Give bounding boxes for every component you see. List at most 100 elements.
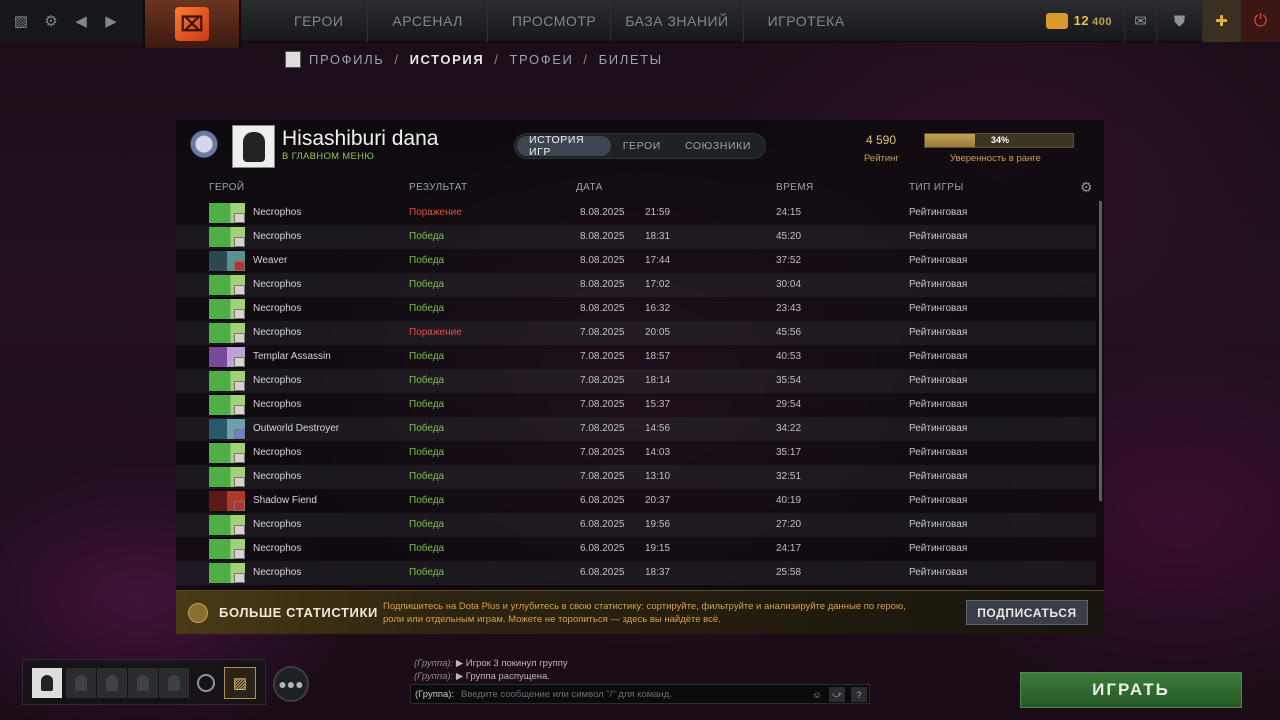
hero-role-icon: [234, 309, 245, 319]
subnav-history[interactable]: ИСТОРИЯ: [410, 52, 485, 67]
party-slot-self[interactable]: [32, 668, 62, 698]
table-row[interactable]: Templar Assassin Победа 7.08.2025 18:57 40:5…: [176, 345, 1096, 369]
match-date: 6.08.2025: [580, 519, 625, 530]
party-bar: ▨: [22, 659, 266, 705]
dota-menu-icon[interactable]: ▧: [6, 0, 36, 42]
table-settings-gear-icon[interactable]: ⚙: [1080, 179, 1093, 196]
hero-role-icon: [234, 237, 245, 247]
col-date[interactable]: ДАТА: [576, 182, 603, 193]
match-time: 20:37: [645, 495, 671, 506]
col-duration[interactable]: ВРЕМЯ: [776, 182, 814, 193]
player-status: В ГЛАВНОМ МЕНЮ: [282, 151, 375, 162]
forward-arrow-icon[interactable]: ▶: [96, 0, 126, 42]
col-game-type[interactable]: ТИП ИГРЫ: [909, 182, 964, 193]
rating-label: Рейтинг: [864, 153, 899, 164]
subscribe-button[interactable]: ПОДПИСАТЬСЯ: [966, 600, 1088, 625]
match-type: Рейтинговая: [909, 567, 968, 578]
match-result: Поражение: [409, 207, 462, 218]
subnav-trophies[interactable]: ТРОФЕИ: [509, 52, 573, 67]
emoji-icon[interactable]: ☺: [809, 687, 825, 702]
hero-role-icon: [234, 333, 245, 343]
col-hero[interactable]: ГЕРОЙ: [209, 182, 245, 193]
table-row[interactable]: Shadow Fiend Победа 6.08.2025 20:37 40:19 Рей…: [176, 489, 1096, 513]
nav-armory[interactable]: АРСЕНАЛ: [368, 0, 488, 42]
armory-shield-icon[interactable]: ⛊: [1156, 0, 1202, 42]
dota-plus-icon[interactable]: ✚: [1202, 0, 1240, 42]
match-date: 7.08.2025: [580, 399, 625, 410]
nav-knowledge-base[interactable]: БАЗА ЗНАНИЙ: [611, 0, 744, 42]
play-button[interactable]: ИГРАТЬ: [1020, 672, 1242, 708]
subnav-separator: /: [394, 51, 400, 67]
hero-role-icon: [234, 573, 245, 583]
chat-wheel-icon[interactable]: ⤻: [829, 687, 845, 702]
avatar[interactable]: [232, 125, 275, 168]
table-row[interactable]: Weaver Победа 8.08.2025 17:44 37:52 Рейтингов…: [176, 249, 1096, 273]
party-finder-icon[interactable]: ●●●: [273, 666, 309, 702]
party-slot-empty[interactable]: [159, 668, 189, 698]
table-row[interactable]: Necrophos Победа 8.08.2025 17:02 30:04 Рейтин…: [176, 273, 1096, 297]
match-result: Победа: [409, 351, 445, 362]
dota-logo-button[interactable]: ⌧: [143, 0, 241, 48]
table-row[interactable]: Necrophos Победа 6.08.2025 19:15 24:17 Рейтин…: [176, 537, 1096, 561]
match-type: Рейтинговая: [909, 495, 968, 506]
table-row[interactable]: Necrophos Победа 7.08.2025 14:03 35:17 Рейтин…: [176, 441, 1096, 465]
subnav-tickets[interactable]: БИЛЕТЫ: [599, 52, 663, 67]
table-row[interactable]: Necrophos Победа 8.08.2025 18:31 45:20 Рейтин…: [176, 225, 1096, 249]
back-arrow-icon[interactable]: ◀: [66, 0, 96, 42]
tab-allies[interactable]: СОЮЗНИКИ: [673, 136, 763, 156]
hero-name: Necrophos: [253, 375, 302, 386]
power-icon[interactable]: ⏻: [1240, 0, 1280, 42]
table-row[interactable]: Necrophos Победа 7.08.2025 13:10 32:51 Рейтин…: [176, 465, 1096, 489]
table-row[interactable]: Necrophos Поражение 7.08.2025 20:05 45:56 Рей…: [176, 321, 1096, 345]
match-type: Рейтинговая: [909, 207, 968, 218]
table-row[interactable]: Necrophos Победа 6.08.2025 18:37 25:58 Рейтин…: [176, 561, 1096, 585]
party-slot-empty[interactable]: [128, 668, 158, 698]
party-slot-empty[interactable]: [66, 668, 96, 698]
hero-role-icon: [234, 429, 245, 439]
chat-message: (Группа): ▶ Игрок 3 покинул группу: [414, 658, 568, 669]
match-type: Рейтинговая: [909, 519, 968, 530]
table-row[interactable]: Necrophos Поражение 8.08.2025 21:59 24:15 Рей…: [176, 201, 1096, 225]
table-row[interactable]: Outworld Destroyer Победа 7.08.2025 14:56 34…: [176, 417, 1096, 441]
hero-name: Shadow Fiend: [253, 495, 317, 506]
tab-heroes[interactable]: ГЕРОИ: [611, 136, 673, 156]
table-row[interactable]: Necrophos Победа 7.08.2025 18:14 35:54 Рейтин…: [176, 369, 1096, 393]
table-row[interactable]: Necrophos Победа 6.08.2025 19:56 27:20 Рейтин…: [176, 513, 1096, 537]
match-duration: 32:51: [776, 471, 802, 482]
mail-icon[interactable]: ✉: [1124, 0, 1156, 42]
match-duration: 24:17: [776, 543, 802, 554]
tab-match-history[interactable]: ИСТОРИЯ ИГР: [517, 134, 611, 158]
nav-arcade[interactable]: ИГРОТЕКА: [744, 0, 869, 42]
match-time: 19:15: [645, 543, 671, 554]
match-time: 18:14: [645, 375, 671, 386]
battle-pass-icon[interactable]: ▨: [224, 667, 256, 699]
hero-role-icon: [234, 477, 245, 487]
rank-confidence-label: Уверенность в ранге: [950, 153, 1041, 164]
chat-input[interactable]: (Группа): Введите сообщение или символ "…: [410, 684, 870, 704]
hero-name: Necrophos: [253, 447, 302, 458]
match-duration: 25:58: [776, 567, 802, 578]
subnav-profile[interactable]: ПРОФИЛЬ: [309, 52, 384, 67]
match-type: Рейтинговая: [909, 351, 968, 362]
settings-gear-icon[interactable]: ⚙: [36, 0, 66, 42]
table-row[interactable]: Necrophos Победа 8.08.2025 16:32 23:43 Рейтин…: [176, 297, 1096, 321]
nav-watch[interactable]: ПРОСМОТР: [488, 0, 612, 42]
col-result[interactable]: РЕЗУЛЬТАТ: [409, 182, 468, 193]
match-date: 8.08.2025: [580, 303, 625, 314]
table-row[interactable]: Necrophos Победа 7.08.2025 15:37 29:54 Рейтин…: [176, 393, 1096, 417]
top-left-icons: ▧ ⚙ ◀ ▶: [6, 0, 126, 42]
rank-medal-icon: [184, 127, 224, 165]
voice-chat-icon[interactable]: [197, 674, 215, 692]
currency-display[interactable]: 12 400: [1036, 0, 1124, 42]
help-icon[interactable]: ?: [851, 687, 867, 702]
match-date: 7.08.2025: [580, 423, 625, 434]
match-duration: 35:17: [776, 447, 802, 458]
match-list-scrollbar[interactable]: [1099, 201, 1102, 501]
rank-confidence-bar: 34%: [924, 133, 1074, 148]
match-duration: 34:22: [776, 423, 802, 434]
hero-name: Necrophos: [253, 279, 302, 290]
match-date: 8.08.2025: [580, 207, 625, 218]
nav-heroes[interactable]: ГЕРОИ: [270, 0, 369, 42]
party-slot-empty[interactable]: [97, 668, 127, 698]
table-header: ГЕРОЙ РЕЗУЛЬТАТ ДАТА ВРЕМЯ ТИП ИГРЫ ⚙: [176, 178, 1104, 198]
